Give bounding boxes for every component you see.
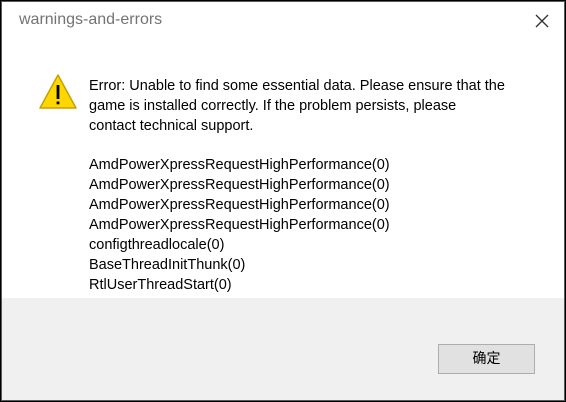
warning-icon bbox=[38, 73, 78, 111]
stack-trace-line: configthreadlocale(0) bbox=[89, 237, 225, 253]
title-bar[interactable]: warnings-and-errors bbox=[2, 2, 564, 40]
error-message-line: game is installed correctly. If the prob… bbox=[89, 98, 457, 114]
error-message-line: contact technical support. bbox=[89, 118, 254, 134]
error-message-line: Error: Unable to find some essential dat… bbox=[89, 78, 505, 94]
stack-trace: AmdPowerXpressRequestHighPerformance(0) … bbox=[89, 155, 390, 295]
stack-trace-line: RtlUserThreadStart(0) bbox=[89, 277, 232, 293]
dialog-window: warnings-and-errors Error: Unable to fin… bbox=[1, 1, 565, 401]
stack-trace-line: BaseThreadInitThunk(0) bbox=[89, 257, 246, 273]
window-title: warnings-and-errors bbox=[19, 11, 163, 28]
stack-trace-line: AmdPowerXpressRequestHighPerformance(0) bbox=[89, 177, 390, 193]
dialog-content: Error: Unable to find some essential dat… bbox=[2, 40, 564, 298]
error-message: Error: Unable to find some essential dat… bbox=[89, 76, 539, 136]
stack-trace-line: AmdPowerXpressRequestHighPerformance(0) bbox=[89, 197, 390, 213]
dialog-footer: 确定 bbox=[2, 298, 564, 400]
stack-trace-line: AmdPowerXpressRequestHighPerformance(0) bbox=[89, 157, 390, 173]
close-icon[interactable] bbox=[530, 9, 554, 33]
ok-button[interactable]: 确定 bbox=[438, 344, 535, 374]
stack-trace-line: AmdPowerXpressRequestHighPerformance(0) bbox=[89, 217, 390, 233]
